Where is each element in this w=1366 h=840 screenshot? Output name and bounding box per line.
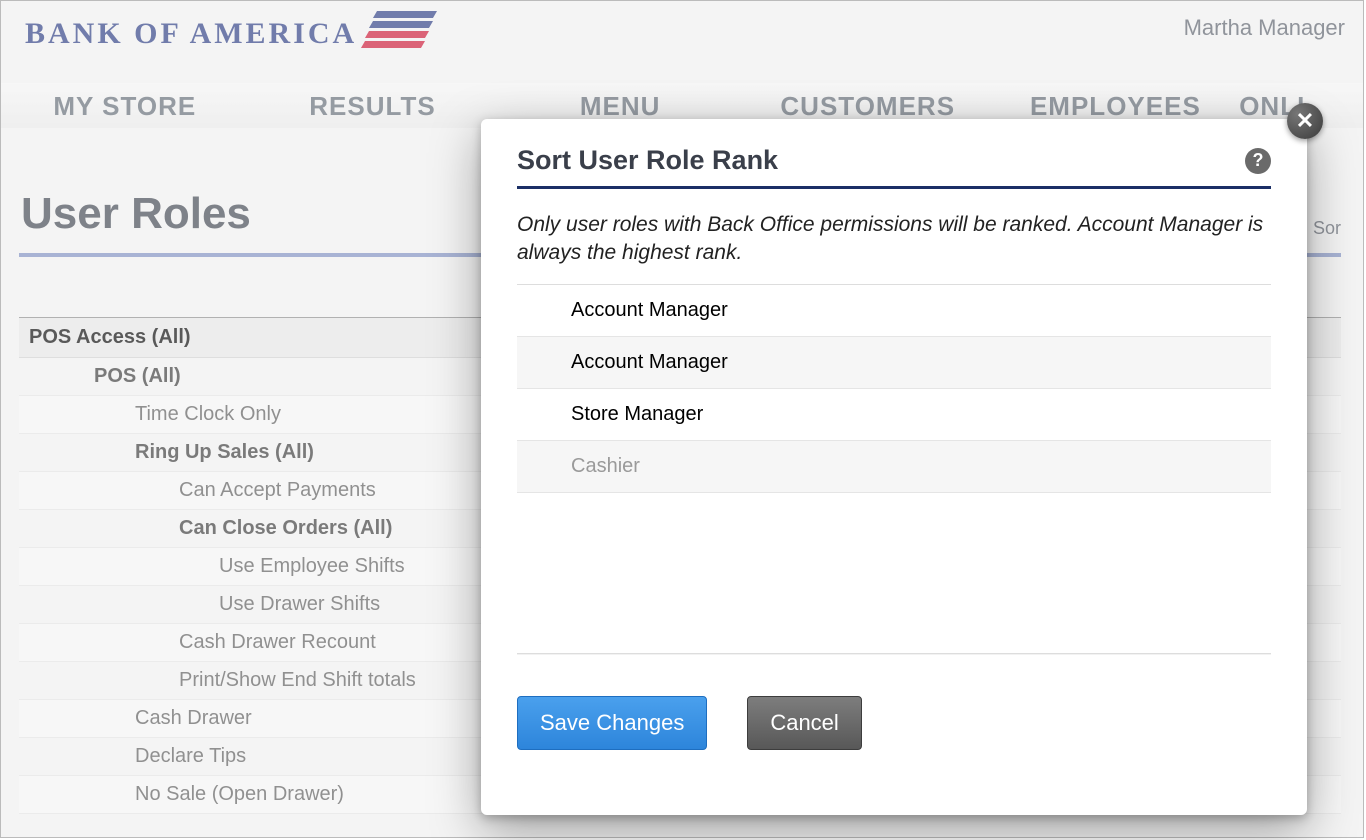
cancel-button[interactable]: Cancel	[747, 696, 861, 750]
brand-header: BANK OF AMERICA	[1, 1, 1363, 59]
sort-user-role-modal: ✕ Sort User Role Rank ? Only user roles …	[481, 119, 1307, 815]
app-root: BANK OF AMERICA Martha Manager MY STORE …	[0, 0, 1364, 838]
role-rank-list: Account ManagerAccount ManagerStore Mana…	[517, 284, 1271, 493]
list-bottom-divider	[517, 653, 1271, 654]
save-button[interactable]: Save Changes	[517, 696, 707, 750]
role-rank-item[interactable]: Account Manager	[517, 285, 1271, 337]
modal-button-row: Save Changes Cancel	[517, 696, 1271, 750]
modal-header: Sort User Role Rank ?	[517, 145, 1271, 176]
current-user-label[interactable]: Martha Manager	[1184, 15, 1345, 41]
brand-name: BANK OF AMERICA	[25, 17, 357, 51]
role-rank-item: Cashier	[517, 441, 1271, 492]
nav-results[interactable]: RESULTS	[249, 83, 497, 128]
sort-label: Sor	[1313, 218, 1341, 239]
nav-my-store[interactable]: MY STORE	[1, 83, 249, 128]
close-icon[interactable]: ✕	[1287, 103, 1323, 139]
modal-description: Only user roles with Back Office permiss…	[517, 211, 1271, 268]
help-icon[interactable]: ?	[1245, 148, 1271, 174]
role-rank-item[interactable]: Store Manager	[517, 389, 1271, 441]
modal-title-divider	[517, 186, 1271, 189]
role-rank-item[interactable]: Account Manager	[517, 337, 1271, 389]
brand-flag-icon	[365, 9, 435, 59]
modal-title: Sort User Role Rank	[517, 145, 778, 176]
